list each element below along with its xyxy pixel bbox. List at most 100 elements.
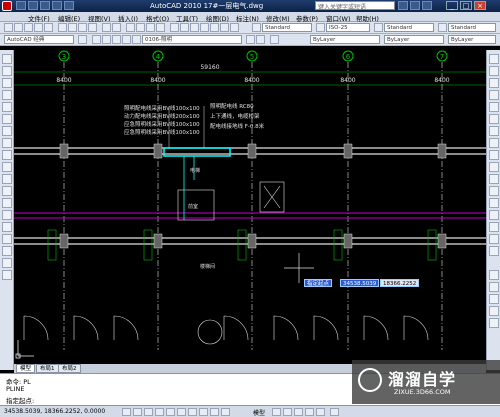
drawing-canvas[interactable]: 3 4 5 6 7 59160 8400 8400 8400 8400 8400 xyxy=(14,50,486,364)
qp-toggle[interactable] xyxy=(221,408,230,416)
star-icon[interactable] xyxy=(410,1,420,10)
workspace-settings-icon[interactable] xyxy=(78,35,87,44)
ducs-toggle[interactable] xyxy=(188,408,197,416)
sheet-set-icon[interactable] xyxy=(200,23,209,32)
dynamic-input-y[interactable]: 18366.2252 xyxy=(380,279,420,287)
construction-line-icon[interactable] xyxy=(2,66,12,76)
layer-properties-icon[interactable] xyxy=(92,35,101,44)
dyn-toggle[interactable] xyxy=(199,408,208,416)
osnap-endpoint-icon[interactable] xyxy=(489,270,499,280)
ortho-toggle[interactable] xyxy=(144,408,153,416)
trim-icon[interactable] xyxy=(489,162,499,172)
grid-toggle[interactable] xyxy=(133,408,142,416)
table-icon[interactable] xyxy=(2,258,12,268)
insert-block-icon[interactable] xyxy=(2,186,12,196)
arc-icon[interactable] xyxy=(2,114,12,124)
pan-icon[interactable] xyxy=(283,408,292,416)
polygon-icon[interactable] xyxy=(2,90,12,100)
spline-icon[interactable] xyxy=(2,150,12,160)
zoom-window-icon[interactable] xyxy=(146,23,155,32)
match-properties-icon[interactable] xyxy=(88,23,97,32)
pan-icon[interactable] xyxy=(126,23,135,32)
gradient-icon[interactable] xyxy=(2,234,12,244)
explode-icon[interactable] xyxy=(489,246,499,256)
workspace-select[interactable]: AutoCAD 经典 xyxy=(4,35,74,44)
array-icon[interactable] xyxy=(489,102,499,112)
properties-icon[interactable] xyxy=(170,23,179,32)
copy-icon[interactable] xyxy=(68,23,77,32)
dim-style-icon[interactable] xyxy=(316,23,325,32)
layer-previous-icon[interactable] xyxy=(256,35,265,44)
zoom-icon[interactable] xyxy=(294,408,303,416)
zoom-realtime-icon[interactable] xyxy=(136,23,145,32)
dynamic-input-x[interactable]: 34538.5039 xyxy=(340,279,380,287)
linetype-select[interactable]: ByLayer xyxy=(384,35,444,44)
maximize-button[interactable]: □ xyxy=(460,1,472,10)
plot-icon[interactable] xyxy=(34,23,43,32)
make-current-icon[interactable] xyxy=(246,35,255,44)
copy-object-icon[interactable] xyxy=(489,66,499,76)
scale-icon[interactable] xyxy=(489,138,499,148)
layer-freeze-icon[interactable] xyxy=(112,35,121,44)
cut-icon[interactable] xyxy=(58,23,67,32)
lwt-toggle[interactable] xyxy=(210,408,219,416)
tool-palettes-icon[interactable] xyxy=(190,23,199,32)
revision-cloud-icon[interactable] xyxy=(2,138,12,148)
help-icon[interactable] xyxy=(422,1,432,10)
annotation-scale-icon[interactable] xyxy=(330,408,339,416)
polyline-icon[interactable] xyxy=(2,78,12,88)
region-icon[interactable] xyxy=(2,246,12,256)
layout-icon[interactable] xyxy=(272,408,281,416)
close-button[interactable]: × xyxy=(474,1,486,10)
hatch-icon[interactable] xyxy=(2,222,12,232)
save-icon[interactable] xyxy=(40,1,50,10)
undo-icon[interactable] xyxy=(52,1,62,10)
break-at-point-icon[interactable] xyxy=(489,186,499,196)
mirror-icon[interactable] xyxy=(489,78,499,88)
layer-lock-icon[interactable] xyxy=(122,35,131,44)
table-style-select[interactable]: Standard xyxy=(384,23,434,32)
preview-icon[interactable] xyxy=(44,23,53,32)
steeringwheel-icon[interactable] xyxy=(305,408,314,416)
design-center-icon[interactable] xyxy=(180,23,189,32)
new-icon[interactable] xyxy=(4,23,13,32)
rectangle-icon[interactable] xyxy=(2,102,12,112)
osnap-intersection-icon[interactable] xyxy=(489,294,499,304)
point-icon[interactable] xyxy=(2,210,12,220)
redo-icon[interactable] xyxy=(64,1,74,10)
help-icon[interactable] xyxy=(230,23,239,32)
osnap-perpendicular-icon[interactable] xyxy=(489,318,499,328)
layer-color-icon[interactable] xyxy=(132,35,141,44)
ellipse-icon[interactable] xyxy=(2,162,12,172)
polar-toggle[interactable] xyxy=(155,408,164,416)
multileader-style-select[interactable]: Standard xyxy=(448,23,496,32)
minimize-button[interactable]: _ xyxy=(446,1,458,10)
save-icon[interactable] xyxy=(24,23,33,32)
text-style-icon[interactable] xyxy=(252,23,261,32)
offset-icon[interactable] xyxy=(489,90,499,100)
erase-icon[interactable] xyxy=(489,54,499,64)
move-icon[interactable] xyxy=(489,114,499,124)
snap-toggle[interactable] xyxy=(122,408,131,416)
multiline-text-icon[interactable] xyxy=(2,270,12,280)
tab-layout1[interactable]: 布局1 xyxy=(36,364,59,373)
join-icon[interactable] xyxy=(489,210,499,220)
rotate-icon[interactable] xyxy=(489,126,499,136)
open-icon[interactable] xyxy=(14,23,23,32)
zoom-previous-icon[interactable] xyxy=(156,23,165,32)
make-block-icon[interactable] xyxy=(2,198,12,208)
otrack-toggle[interactable] xyxy=(177,408,186,416)
table-style-icon[interactable] xyxy=(374,23,383,32)
search-input[interactable]: 键入关键字或短语 xyxy=(315,1,395,11)
tab-layout2[interactable]: 布局2 xyxy=(58,364,81,373)
text-style-select[interactable]: Standard xyxy=(262,23,312,32)
model-space-label[interactable]: 模型 xyxy=(253,408,265,417)
multileader-style-icon[interactable] xyxy=(438,23,447,32)
break-icon[interactable] xyxy=(489,198,499,208)
markup-icon[interactable] xyxy=(210,23,219,32)
undo-icon[interactable] xyxy=(102,23,111,32)
line-icon[interactable] xyxy=(2,54,12,64)
stretch-icon[interactable] xyxy=(489,150,499,160)
dim-style-select[interactable]: ISO-25 xyxy=(326,23,370,32)
new-icon[interactable] xyxy=(16,1,26,10)
